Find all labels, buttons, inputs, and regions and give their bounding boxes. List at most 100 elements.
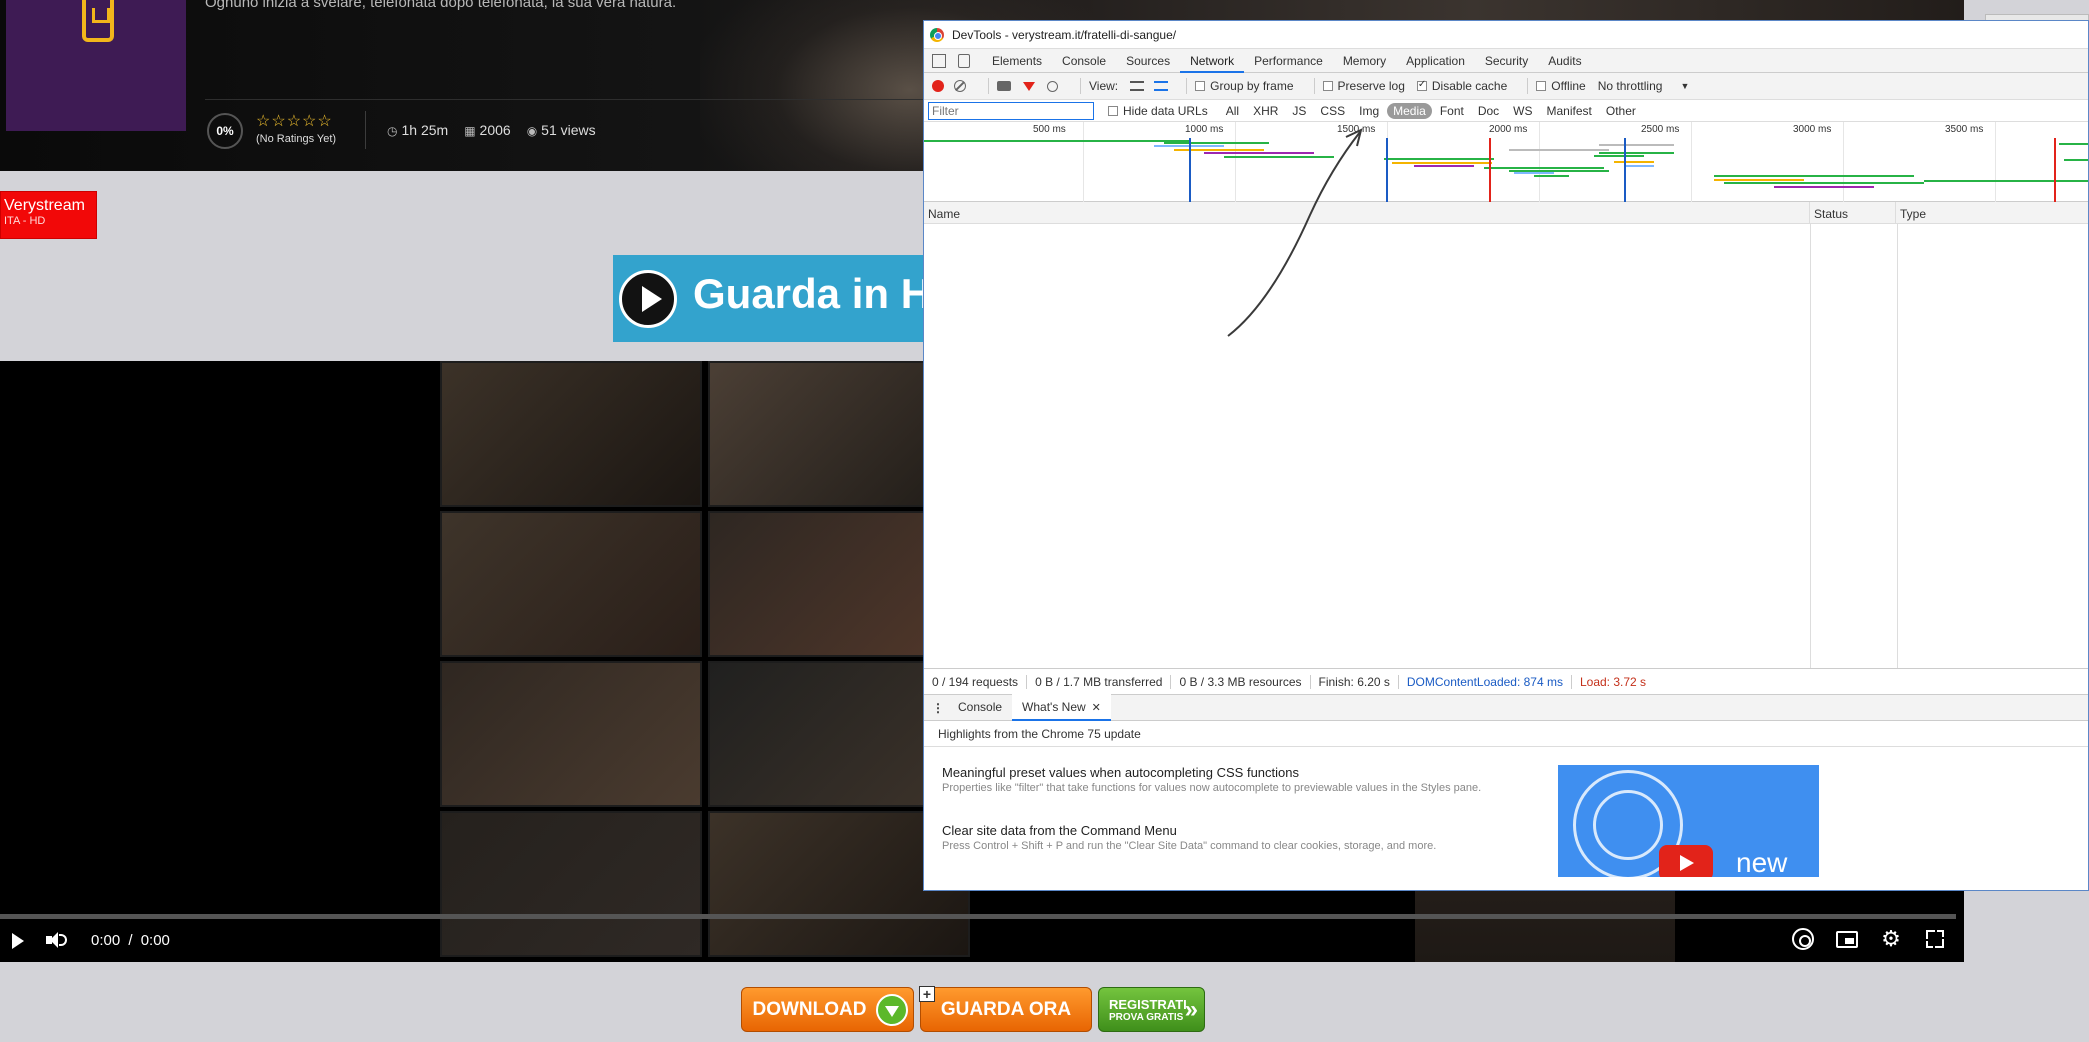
type-filter-xhr[interactable]: XHR [1247, 103, 1284, 119]
overview-tick-label: 1500 ms [1337, 124, 1376, 135]
eye-icon: ◉ [526, 124, 538, 138]
summary-finish: Finish: 6.20 s [1318, 674, 1390, 689]
overview-request-bar [1599, 144, 1674, 146]
devtools-tab-performance[interactable]: Performance [1244, 49, 1333, 73]
overview-request-bar [2064, 159, 2088, 161]
column-type[interactable]: Type [1896, 202, 2088, 223]
plus-icon: + [919, 986, 935, 1002]
watch-now-label: GUARDA ORA [940, 998, 1072, 1020]
overview-request-bar [1924, 180, 2088, 182]
drawer-tab-console[interactable]: Console [948, 694, 1012, 721]
drawer-tab-whats-new[interactable]: What's New ✕ [1012, 694, 1111, 721]
hide-data-urls-checkbox[interactable]: Hide data URLs [1108, 104, 1208, 118]
offline-checkbox[interactable]: Offline [1536, 79, 1586, 93]
clear-icon[interactable] [954, 80, 966, 92]
type-filter-img[interactable]: Img [1353, 103, 1385, 119]
whats-new-item[interactable]: Clear site data from the Command Menu Pr… [942, 823, 1512, 852]
movie-views: 51 views [541, 122, 596, 138]
devtools-tab-elements[interactable]: Elements [982, 49, 1052, 73]
devtools-tab-console[interactable]: Console [1052, 49, 1116, 73]
network-overview[interactable]: 500 ms 1000 ms 1500 ms 2000 ms 2500 ms 3000 m… [924, 122, 2088, 202]
player-controls-right: ⚙ [1792, 928, 1946, 950]
preserve-log-checkbox[interactable]: Preserve log [1322, 79, 1405, 93]
overview-request-bar [1384, 158, 1494, 160]
record-icon[interactable] [932, 80, 944, 92]
overview-request-bar [1534, 175, 1569, 177]
overview-request-bar [1204, 152, 1314, 154]
devtools-tab-security[interactable]: Security [1475, 49, 1538, 73]
devtools-title: DevTools - verystream.it/fratelli-di-san… [952, 27, 1177, 42]
devtools-titlebar[interactable]: DevTools - verystream.it/fratelli-di-san… [924, 21, 2088, 49]
overview-tick-label: 3000 ms [1793, 124, 1832, 135]
overview-request-bar [1614, 161, 1654, 163]
pip-icon[interactable] [1836, 930, 1858, 948]
inspect-element-icon[interactable] [932, 53, 946, 68]
type-filter-css[interactable]: CSS [1314, 103, 1351, 119]
kebab-menu-icon[interactable]: ⋮ [928, 701, 948, 715]
download-arrow-icon [876, 994, 908, 1026]
overview-request-bar [1484, 167, 1604, 169]
whats-new-item[interactable]: Meaningful preset values when autocomple… [942, 765, 1512, 794]
type-filter-ws[interactable]: WS [1507, 103, 1538, 119]
overview-request-bar [1414, 165, 1474, 167]
overview-gridline [1995, 122, 1996, 202]
type-filter-manifest[interactable]: Manifest [1541, 103, 1598, 119]
overview-tick-label: 3500 ms [1945, 124, 1984, 135]
chromecast-icon[interactable] [1792, 928, 1814, 950]
summary-requests: 0 / 194 requests [932, 674, 1019, 689]
devtools-tab-memory[interactable]: Memory [1333, 49, 1396, 73]
large-rows-icon[interactable] [1130, 81, 1145, 91]
rating-stars[interactable]: ☆☆☆☆☆ [256, 111, 333, 131]
divider [1313, 78, 1315, 94]
host-tab-verystream[interactable]: Verystream ITA - HD [0, 191, 97, 239]
divider [988, 78, 989, 94]
overview-event-marker [1489, 138, 1491, 202]
filter-icon[interactable] [1023, 81, 1035, 91]
overview-event-marker [1386, 138, 1388, 202]
volume-button[interactable] [46, 931, 67, 949]
devtools-tab-sources[interactable]: Sources [1116, 49, 1180, 73]
group-by-frame-checkbox[interactable]: Group by frame [1195, 79, 1294, 93]
download-button[interactable]: DOWNLOAD [741, 987, 914, 1032]
fullscreen-icon[interactable] [1924, 928, 1946, 950]
type-filter-js[interactable]: JS [1286, 103, 1312, 119]
progress-bar[interactable] [0, 914, 1956, 919]
play-button[interactable] [12, 933, 24, 949]
overview-event-marker [1624, 138, 1626, 202]
filter-input[interactable] [928, 101, 1094, 120]
type-filter-all[interactable]: All [1220, 103, 1245, 119]
register-button[interactable]: REGISTRATI PROVA GRATIS » [1098, 987, 1205, 1032]
whats-new-video-thumbnail[interactable]: new [1558, 765, 1819, 877]
preserve-log-label: Preserve log [1337, 79, 1405, 93]
overview-tick-label: 1000 ms [1185, 124, 1224, 135]
watch-hd-banner[interactable]: Guarda in H [613, 255, 933, 342]
throttling-select[interactable]: No throttling ▼ [1598, 79, 1690, 93]
movie-poster[interactable] [6, 0, 186, 131]
type-filter-doc[interactable]: Doc [1472, 103, 1505, 119]
camera-icon[interactable] [997, 81, 1011, 91]
play-icon [619, 270, 677, 328]
devtools-window[interactable]: DevTools - verystream.it/fratelli-di-san… [923, 20, 2089, 891]
devtools-tab-audits[interactable]: Audits [1538, 49, 1591, 73]
device-toolbar-icon[interactable] [958, 53, 970, 68]
column-name[interactable]: Name [924, 202, 1810, 223]
divider [365, 111, 366, 149]
request-table-body[interactable] [924, 224, 2088, 668]
overview-tick-label: 2500 ms [1641, 124, 1680, 135]
type-filter-font[interactable]: Font [1434, 103, 1470, 119]
rating-percent: 0% [207, 113, 243, 149]
devtools-tab-application[interactable]: Application [1396, 49, 1475, 73]
column-status[interactable]: Status [1810, 202, 1896, 223]
overview-gridline [1843, 122, 1844, 202]
close-icon[interactable]: ✕ [1092, 702, 1101, 714]
disable-cache-checkbox[interactable]: Disable cache [1416, 79, 1507, 93]
search-icon[interactable] [1047, 80, 1058, 92]
overview-tick-label: 2000 ms [1489, 124, 1528, 135]
overview-icon[interactable] [1154, 81, 1169, 91]
view-label: View: [1089, 79, 1119, 93]
type-filter-media[interactable]: Media [1387, 102, 1432, 119]
devtools-tab-network[interactable]: Network [1180, 49, 1245, 73]
gear-icon[interactable]: ⚙ [1880, 928, 1902, 950]
watch-now-button[interactable]: + GUARDA ORA [919, 986, 1092, 1032]
type-filter-other[interactable]: Other [1600, 103, 1642, 119]
